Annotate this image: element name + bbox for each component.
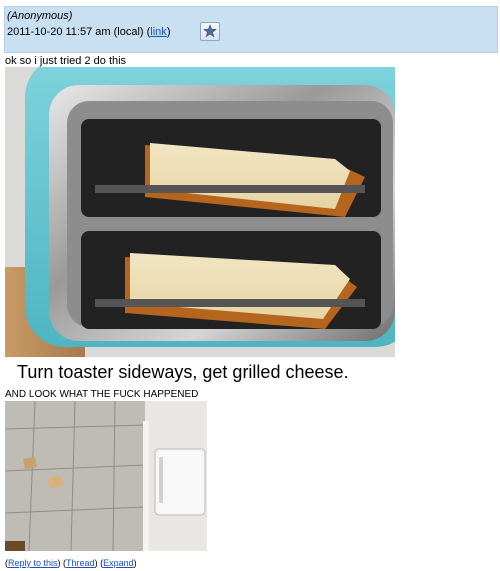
comment-header: (Anonymous) 2011-10-20 11:57 am (local) … xyxy=(4,6,498,53)
pin-button[interactable] xyxy=(200,22,220,41)
floor-photo xyxy=(5,401,207,551)
comment-author: (Anonymous) xyxy=(7,10,73,22)
expand-link[interactable]: Expand xyxy=(103,558,134,568)
reply-link[interactable]: Reply to this xyxy=(8,558,58,568)
star-pin-icon xyxy=(203,24,217,38)
floor-image xyxy=(5,401,207,551)
comment-meta: 2011-10-20 11:57 am (local) (link) xyxy=(7,26,171,38)
comment-body: ok so i just tried 2 do this xyxy=(5,55,127,67)
permalink-link[interactable]: link xyxy=(150,26,167,38)
comment-timestamp: 2011-10-20 11:57 am (local) xyxy=(7,26,144,38)
follow-up-text: AND LOOK WHAT THE FUCK HAPPENED xyxy=(5,389,199,400)
thread-link[interactable]: Thread xyxy=(66,558,95,568)
toaster-photo xyxy=(5,67,395,357)
toaster-image xyxy=(5,67,395,357)
comment-footer: (Reply to this) (Thread) (Expand) xyxy=(5,558,137,568)
image-caption: Turn toaster sideways, get grilled chees… xyxy=(17,362,349,382)
